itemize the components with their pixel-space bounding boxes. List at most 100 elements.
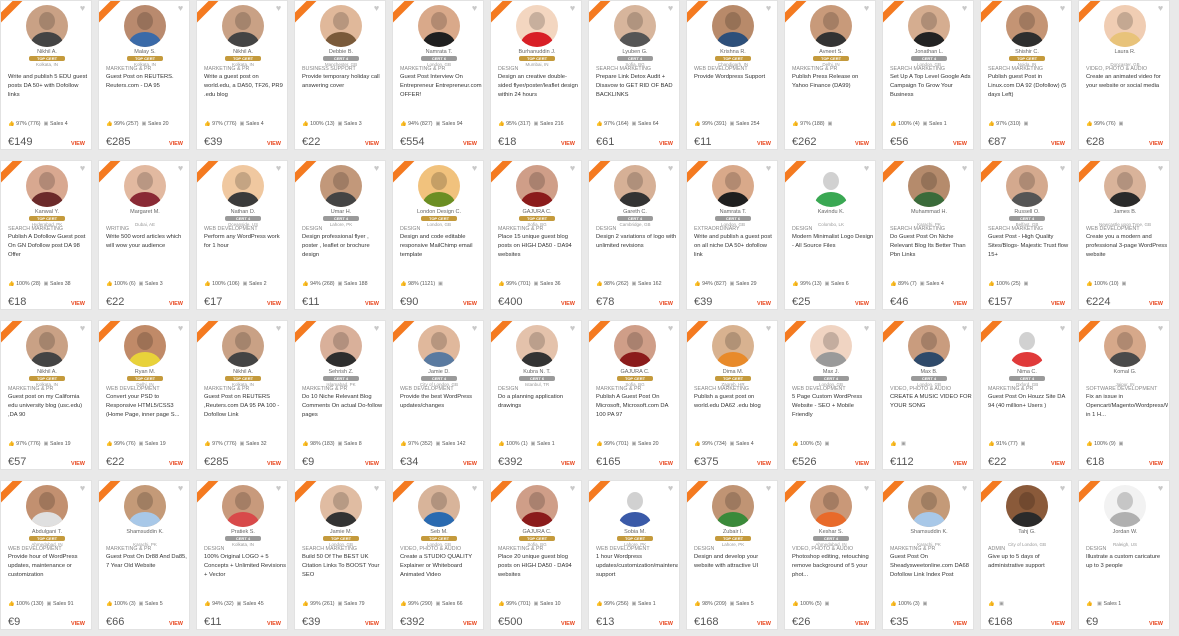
avatar[interactable] (320, 165, 362, 207)
seller-name[interactable]: Shishir C. (981, 49, 1071, 55)
gig-title[interactable]: Provide temporary holiday call answering… (302, 73, 384, 109)
gig-card[interactable]: ♥ Namrata T. CERT 6 London, GB MARKETING & P… (392, 0, 484, 150)
seller-name[interactable]: Kanwal Y. (1, 209, 91, 215)
seller-name[interactable]: Gareth C. (589, 209, 679, 215)
heart-icon[interactable]: ♥ (176, 164, 185, 173)
seller-name[interactable]: Debbie B. (295, 49, 385, 55)
gig-title[interactable]: Set Up A Top Level Google Ads Campaign T… (890, 73, 972, 109)
heart-icon[interactable]: ♥ (78, 4, 87, 13)
gig-card[interactable]: ♥ Jamie M. TOP CERT London, GB SEARCH MARKET… (294, 480, 386, 630)
heart-icon[interactable]: ♥ (176, 484, 185, 493)
seller-name[interactable]: Jamie M. (295, 529, 385, 535)
gig-card[interactable]: ♥ Shishir C. TOP CERT Noida, IN SEARCH MARKE… (980, 0, 1072, 150)
gig-title[interactable]: Illustrate a custom caricature up to 3 p… (1086, 553, 1168, 589)
avatar[interactable] (124, 325, 166, 367)
view-button[interactable]: VIEW (267, 141, 281, 147)
avatar[interactable] (908, 5, 950, 47)
heart-icon[interactable]: ♥ (666, 4, 675, 13)
heart-icon[interactable]: ♥ (176, 4, 185, 13)
heart-icon[interactable]: ♥ (78, 484, 87, 493)
gig-title[interactable]: 5 Page Custom WordPress Website - SEO + … (792, 393, 874, 429)
avatar[interactable] (26, 165, 68, 207)
gig-card[interactable]: ♥ Lyuben G. CERT 4 Sofia, BG SEARCH MARKETIN… (588, 0, 680, 150)
view-button[interactable]: VIEW (1149, 301, 1163, 307)
seller-name[interactable]: Muhammad H. (883, 209, 973, 215)
seller-name[interactable]: Shamsuddin K. (99, 529, 189, 535)
gig-title[interactable]: Guest Post On Dr88 And Da85, 7 Year Old … (106, 553, 188, 589)
avatar[interactable] (418, 325, 460, 367)
gig-title[interactable]: Publish a guest post on world.edu DA62 .… (694, 393, 776, 429)
seller-name[interactable]: Nikhil A. (1, 49, 91, 55)
seller-name[interactable]: Tahj G. (981, 529, 1071, 535)
view-button[interactable]: VIEW (463, 461, 477, 467)
gig-card[interactable]: ♥ Laura R. Doncaster, GB VIDEO, PHOTO & AUD… (1078, 0, 1170, 150)
gig-card[interactable]: ♥ Zubair I. TOP CERT Lahore, PK DESIGN Design… (686, 480, 778, 630)
seller-name[interactable]: Lyuben G. (589, 49, 679, 55)
heart-icon[interactable]: ♥ (568, 324, 577, 333)
gig-card[interactable]: ♥ Komal G. Jaipur, IN SOFTWARE DEVELOPMENT F… (1078, 320, 1170, 470)
avatar[interactable] (516, 165, 558, 207)
view-button[interactable]: VIEW (1149, 621, 1163, 627)
gig-title[interactable]: Perform any WordPress work for 1 hour (204, 233, 286, 269)
gig-card[interactable]: ♥ Debbie B. CERT 4 Manchester, GB BUSINESS S… (294, 0, 386, 150)
view-button[interactable]: VIEW (71, 301, 85, 307)
heart-icon[interactable]: ♥ (1058, 484, 1067, 493)
avatar[interactable] (516, 5, 558, 47)
gig-card[interactable]: ♥ Krishna R. TOP CERT Chandigarh, IN WEB DEV… (686, 0, 778, 150)
view-button[interactable]: VIEW (463, 621, 477, 627)
heart-icon[interactable]: ♥ (666, 164, 675, 173)
view-button[interactable]: VIEW (1051, 141, 1065, 147)
avatar[interactable] (712, 325, 754, 367)
seller-name[interactable]: Margaret M. (99, 209, 189, 215)
seller-name[interactable]: Nima C. (981, 369, 1071, 375)
gig-card[interactable]: ♥ Namrata T. CERT 6 London, GB EXTRAORDINARY… (686, 160, 778, 310)
view-button[interactable]: VIEW (169, 301, 183, 307)
view-button[interactable]: VIEW (1149, 461, 1163, 467)
avatar[interactable] (810, 325, 852, 367)
gig-card[interactable]: ♥ Ryan M. TOP CERT Delhi, IN WEB DEVELOPMENT… (98, 320, 190, 470)
heart-icon[interactable]: ♥ (568, 164, 577, 173)
gig-title[interactable]: Publish guest Post in Linux.com DA 92 (D… (988, 73, 1070, 109)
view-button[interactable]: VIEW (365, 461, 379, 467)
view-button[interactable]: VIEW (757, 141, 771, 147)
seller-name[interactable]: Nikhil A. (197, 49, 287, 55)
gig-card[interactable]: ♥ Kavindu K. Colombo, LK DESIGN Modern Minim… (784, 160, 876, 310)
view-button[interactable]: VIEW (855, 301, 869, 307)
gig-card[interactable]: ♥ Seb M. TOP CERT London, GB VIDEO, PHOTO & … (392, 480, 484, 630)
seller-name[interactable]: Burhanuddin J. (491, 49, 581, 55)
heart-icon[interactable]: ♥ (960, 4, 969, 13)
heart-icon[interactable]: ♥ (862, 324, 871, 333)
heart-icon[interactable]: ♥ (862, 484, 871, 493)
avatar[interactable] (418, 165, 460, 207)
seller-name[interactable]: Sehrish Z. (295, 369, 385, 375)
view-button[interactable]: VIEW (267, 621, 281, 627)
gig-title[interactable]: Guest Post on REUTERS. Reuters.com - DA … (106, 73, 188, 109)
avatar[interactable] (810, 485, 852, 527)
heart-icon[interactable]: ♥ (470, 324, 479, 333)
view-button[interactable]: VIEW (169, 621, 183, 627)
gig-title[interactable]: Create you a modern and professional 3-p… (1086, 233, 1168, 269)
seller-name[interactable]: Zubair I. (687, 529, 777, 535)
seller-name[interactable]: James B. (1079, 209, 1169, 215)
avatar[interactable] (908, 485, 950, 527)
heart-icon[interactable]: ♥ (666, 324, 675, 333)
avatar[interactable] (1006, 165, 1048, 207)
heart-icon[interactable]: ♥ (470, 164, 479, 173)
view-button[interactable]: VIEW (463, 141, 477, 147)
seller-name[interactable]: GAJURA C. (491, 209, 581, 215)
gig-card[interactable]: ♥ Tahj G. City of London, GB ADMIN Give up t… (980, 480, 1072, 630)
heart-icon[interactable]: ♥ (274, 324, 283, 333)
avatar[interactable] (222, 485, 264, 527)
heart-icon[interactable]: ♥ (1156, 164, 1165, 173)
gig-title[interactable]: Place 15 unique guest blog posts on HIGH… (498, 233, 580, 269)
view-button[interactable]: VIEW (953, 461, 967, 467)
avatar[interactable] (810, 5, 852, 47)
avatar[interactable] (26, 485, 68, 527)
heart-icon[interactable]: ♥ (1156, 4, 1165, 13)
gig-title[interactable]: Design and develop your website with att… (694, 553, 776, 589)
avatar[interactable] (712, 485, 754, 527)
view-button[interactable]: VIEW (659, 621, 673, 627)
gig-title[interactable]: CREATE A MUSIC VIDEO FOR YOUR SONG (890, 393, 972, 429)
view-button[interactable]: VIEW (953, 621, 967, 627)
gig-card[interactable]: ♥ Jamie D. CERT 4 City of London, GB WEB DEV… (392, 320, 484, 470)
